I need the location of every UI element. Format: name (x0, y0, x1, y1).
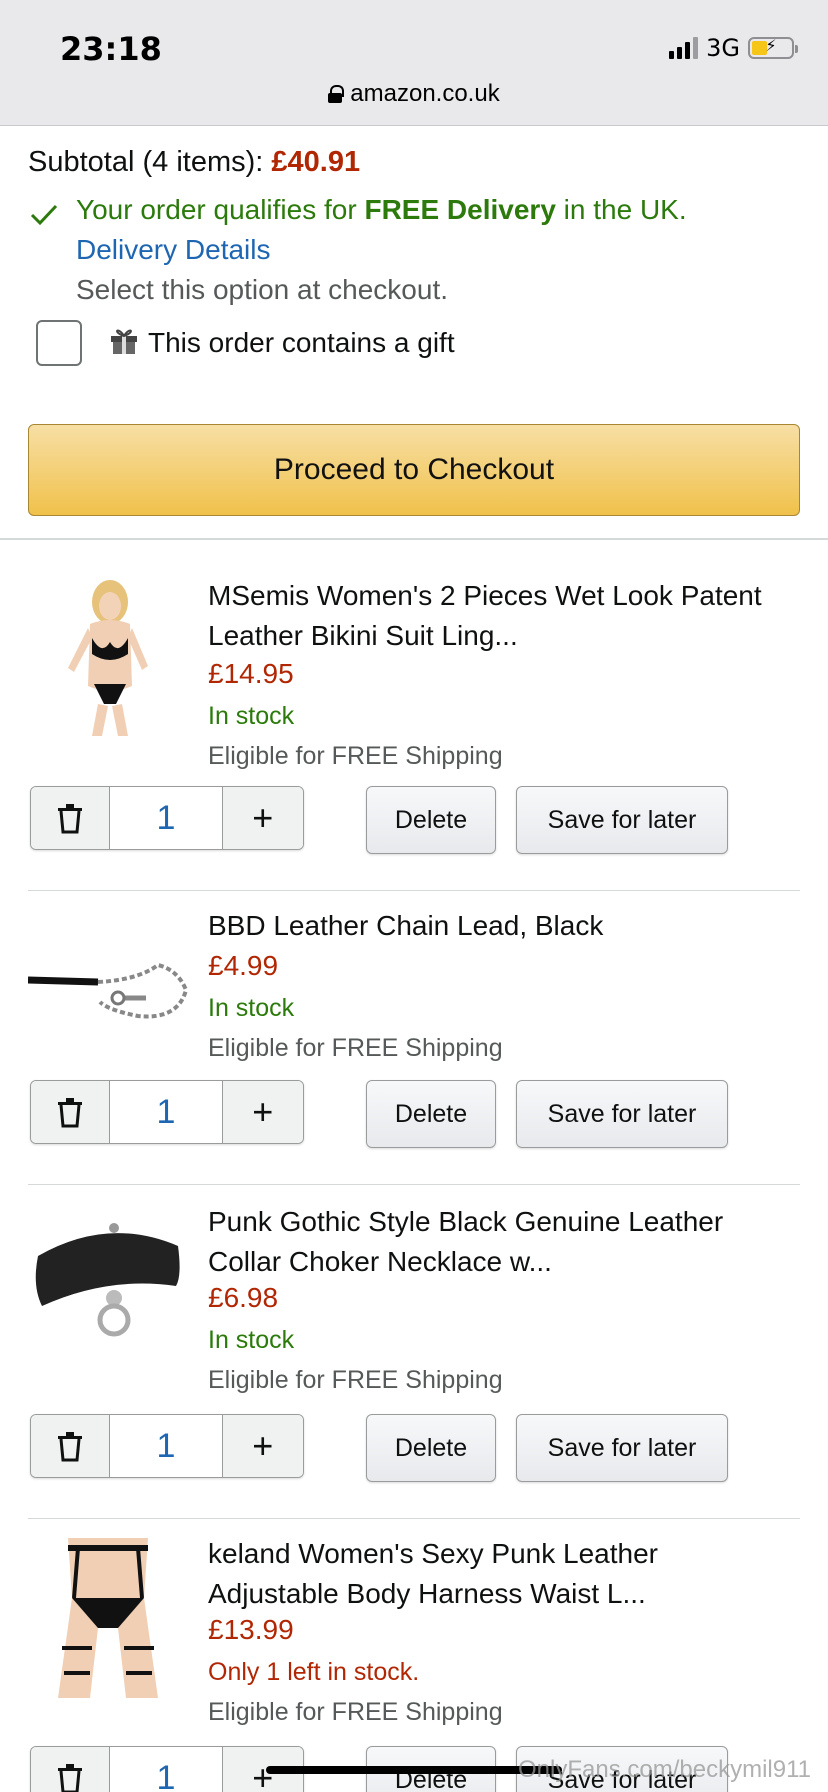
gift-checkbox[interactable] (36, 320, 82, 366)
product-title-link[interactable]: keland Women's Sexy Punk Leather Adjusta… (208, 1534, 808, 1614)
url-domain: amazon.co.uk (350, 80, 500, 107)
stock-status: In stock (208, 1326, 295, 1354)
stock-status: In stock (208, 994, 295, 1022)
save-for-later-button[interactable]: Save for later (516, 1414, 728, 1482)
status-time: 23:18 (60, 30, 162, 68)
product-image[interactable] (28, 1538, 188, 1698)
trash-icon (58, 1764, 83, 1792)
increase-quantity-button[interactable]: + (221, 1415, 303, 1477)
gift-icon (111, 329, 137, 354)
quantity-value[interactable]: 1 (110, 787, 221, 849)
subtotal-label: Subtotal (4 items): (28, 146, 264, 178)
product-title-link[interactable]: MSemis Women's 2 Pieces Wet Look Patent … (208, 576, 808, 656)
quantity-value[interactable]: 1 (110, 1081, 221, 1143)
shipping-eligibility: Eligible for FREE Shipping (208, 1034, 503, 1062)
product-title-line: Punk Gothic Style Black Genuine Leather (208, 1206, 724, 1237)
item-divider (28, 1184, 800, 1185)
gift-label: This order contains a gift (148, 327, 455, 358)
trash-button[interactable] (31, 787, 111, 849)
free-delivery-suffix: in the UK. (555, 194, 687, 225)
trash-icon (58, 804, 83, 834)
product-title-line: keland Women's Sexy Punk Leather (208, 1538, 658, 1569)
shipping-eligibility: Eligible for FREE Shipping (208, 742, 503, 770)
quantity-stepper[interactable]: 1 + (30, 786, 304, 850)
summary-divider (0, 538, 828, 540)
quantity-stepper[interactable]: 1 + (30, 1746, 304, 1792)
product-title-line: MSemis Women's 2 Pieces Wet Look Patent (208, 580, 762, 611)
url-bar[interactable]: amazon.co.uk (0, 80, 828, 108)
product-price: £14.95 (208, 658, 294, 689)
delete-button[interactable]: Delete (366, 786, 496, 854)
watermark-text: OnlyFans.com/beckymil911 (518, 1756, 811, 1783)
check-icon (30, 204, 58, 226)
product-price: £13.99 (208, 1614, 294, 1645)
trash-icon (58, 1098, 83, 1128)
item-divider (28, 890, 800, 891)
quantity-stepper[interactable]: 1 + (30, 1414, 304, 1478)
status-indicators: 3G ⚡ (669, 34, 798, 62)
trash-button[interactable] (31, 1747, 111, 1792)
increase-quantity-button[interactable]: + (221, 787, 303, 849)
shipping-eligibility: Eligible for FREE Shipping (208, 1698, 503, 1726)
delete-button[interactable]: Delete (366, 1080, 496, 1148)
product-title-line: Collar Choker Necklace w... (208, 1246, 552, 1277)
shipping-eligibility: Eligible for FREE Shipping (208, 1366, 503, 1394)
product-image[interactable] (28, 1206, 188, 1366)
gift-option-row[interactable]: This order contains a gift (36, 320, 455, 366)
battery-icon: ⚡ (748, 37, 798, 59)
product-title-link[interactable]: Punk Gothic Style Black Genuine Leather … (208, 1202, 808, 1282)
product-price: £6.98 (208, 1282, 279, 1313)
delivery-details-link[interactable]: Delivery Details (76, 234, 271, 266)
network-type: 3G (706, 34, 740, 62)
proceed-to-checkout-button[interactable]: Proceed to Checkout (28, 424, 800, 516)
save-for-later-button[interactable]: Save for later (516, 1080, 728, 1148)
quantity-value[interactable]: 1 (110, 1747, 221, 1792)
product-image[interactable] (28, 576, 188, 736)
quantity-value[interactable]: 1 (110, 1415, 221, 1477)
select-option-note: Select this option at checkout. (76, 274, 448, 305)
product-title-line: Adjustable Body Harness Waist L... (208, 1578, 646, 1609)
browser-top-bar: 23:18 3G ⚡ amazon.co.uk (0, 0, 828, 126)
product-image[interactable] (28, 910, 188, 1070)
stock-status: Only 1 left in stock. (208, 1658, 420, 1686)
trash-icon (58, 1432, 83, 1462)
subtotal: Subtotal (4 items): £40.91 (28, 146, 360, 179)
lock-icon (328, 85, 345, 103)
increase-quantity-button[interactable]: + (221, 1081, 303, 1143)
free-delivery-prefix: Your order qualifies for (76, 194, 365, 225)
product-title-link[interactable]: BBD Leather Chain Lead, Black (208, 906, 808, 946)
product-title-line: Leather Bikini Suit Ling... (208, 620, 518, 651)
item-divider (28, 1518, 800, 1519)
quantity-stepper[interactable]: 1 + (30, 1080, 304, 1144)
save-for-later-button[interactable]: Save for later (516, 786, 728, 854)
stock-status: In stock (208, 702, 295, 730)
free-delivery-bold: FREE Delivery (364, 194, 556, 225)
product-price: £4.99 (208, 950, 279, 981)
signal-strength-icon (669, 37, 699, 59)
trash-button[interactable] (31, 1415, 111, 1477)
trash-button[interactable] (31, 1081, 111, 1143)
subtotal-value: £40.91 (271, 146, 361, 178)
product-title-line: BBD Leather Chain Lead, Black (208, 910, 604, 941)
free-delivery-message: Your order qualifies for FREE Delivery i… (28, 194, 687, 230)
delete-button[interactable]: Delete (366, 1414, 496, 1482)
